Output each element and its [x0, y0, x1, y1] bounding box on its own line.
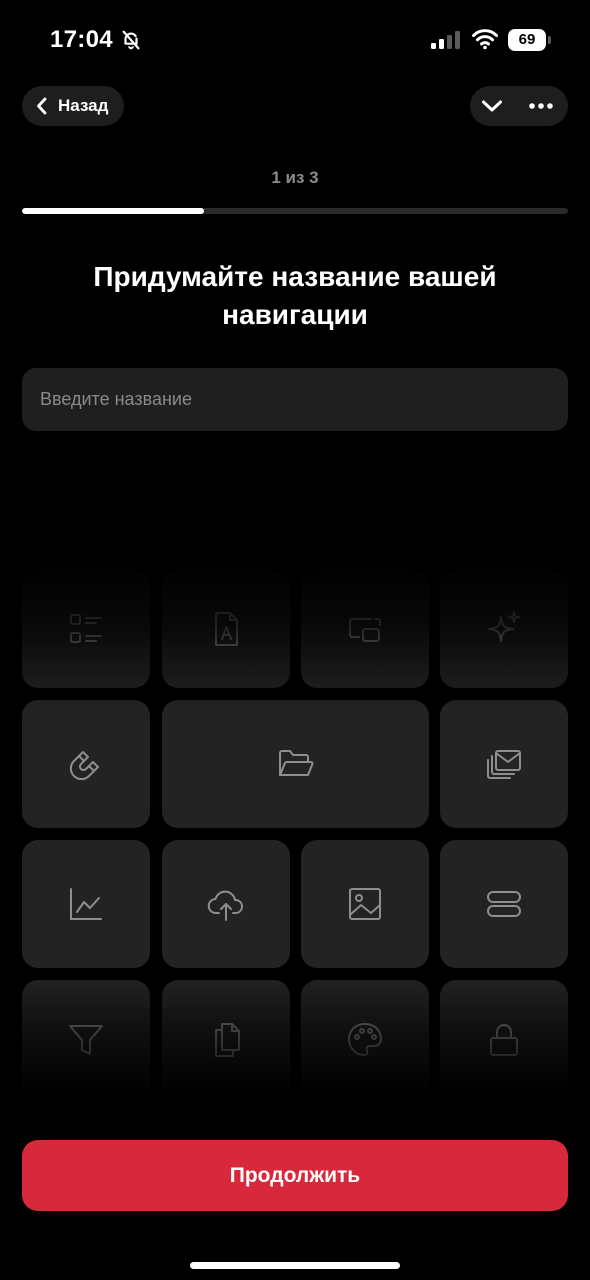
screens-icon [349, 618, 381, 642]
palette-icon [348, 1023, 382, 1056]
tile-lock[interactable] [440, 980, 568, 1100]
cellular-signal-icon [431, 31, 460, 49]
tile-image[interactable] [301, 840, 429, 968]
line-chart-icon [70, 888, 102, 920]
progress-fill [22, 208, 204, 214]
back-button-label: Назад [58, 96, 109, 115]
checklist-icon [70, 614, 102, 643]
cloud-upload-icon [207, 890, 243, 921]
home-indicator [190, 1262, 400, 1269]
continue-button[interactable]: Продолжить [22, 1140, 568, 1211]
magnet-icon [69, 751, 99, 781]
wifi-icon [472, 29, 498, 50]
mail-stack-icon [487, 750, 521, 779]
document-a-icon [215, 612, 238, 646]
sparkles-icon [488, 611, 520, 642]
tile-cloud-upload[interactable] [162, 840, 290, 968]
status-time: 17:04 [50, 26, 113, 53]
battery-level: 69 [508, 29, 546, 51]
bell-slash-icon [122, 30, 140, 50]
server-icon [487, 891, 521, 917]
status-bar: 17:04 69 [0, 0, 590, 80]
tile-copy[interactable] [162, 980, 290, 1100]
more-icon[interactable] [528, 94, 554, 118]
tile-checklist[interactable] [22, 570, 150, 688]
tile-filter[interactable] [22, 980, 150, 1100]
step-indicator: 1 из 3 [271, 168, 319, 187]
tile-server[interactable] [440, 840, 568, 968]
chevron-down-icon[interactable] [480, 94, 504, 118]
page-title: Придумайте название вашей навигации [93, 261, 497, 330]
tile-screens[interactable] [301, 570, 429, 688]
nav-actions-pill [470, 86, 568, 126]
icon-tile-grid [0, 560, 590, 1100]
tile-sparkles[interactable] [440, 570, 568, 688]
progress-bar [22, 208, 568, 214]
filter-icon [69, 1025, 103, 1055]
image-icon [349, 888, 381, 920]
tile-chart[interactable] [22, 840, 150, 968]
copy-icon [215, 1023, 240, 1057]
navigation-name-input[interactable] [22, 368, 568, 431]
tile-magnet[interactable] [22, 700, 150, 828]
back-button[interactable]: Назад [22, 86, 125, 126]
tile-folder[interactable] [162, 700, 429, 828]
chevron-left-icon [37, 97, 47, 115]
tile-document[interactable] [162, 570, 290, 688]
tile-palette[interactable] [301, 980, 429, 1100]
lock-icon [490, 1024, 518, 1056]
battery-icon: 69 [508, 29, 552, 51]
folder-icon [278, 750, 313, 776]
tile-mail-stack[interactable] [440, 700, 568, 828]
